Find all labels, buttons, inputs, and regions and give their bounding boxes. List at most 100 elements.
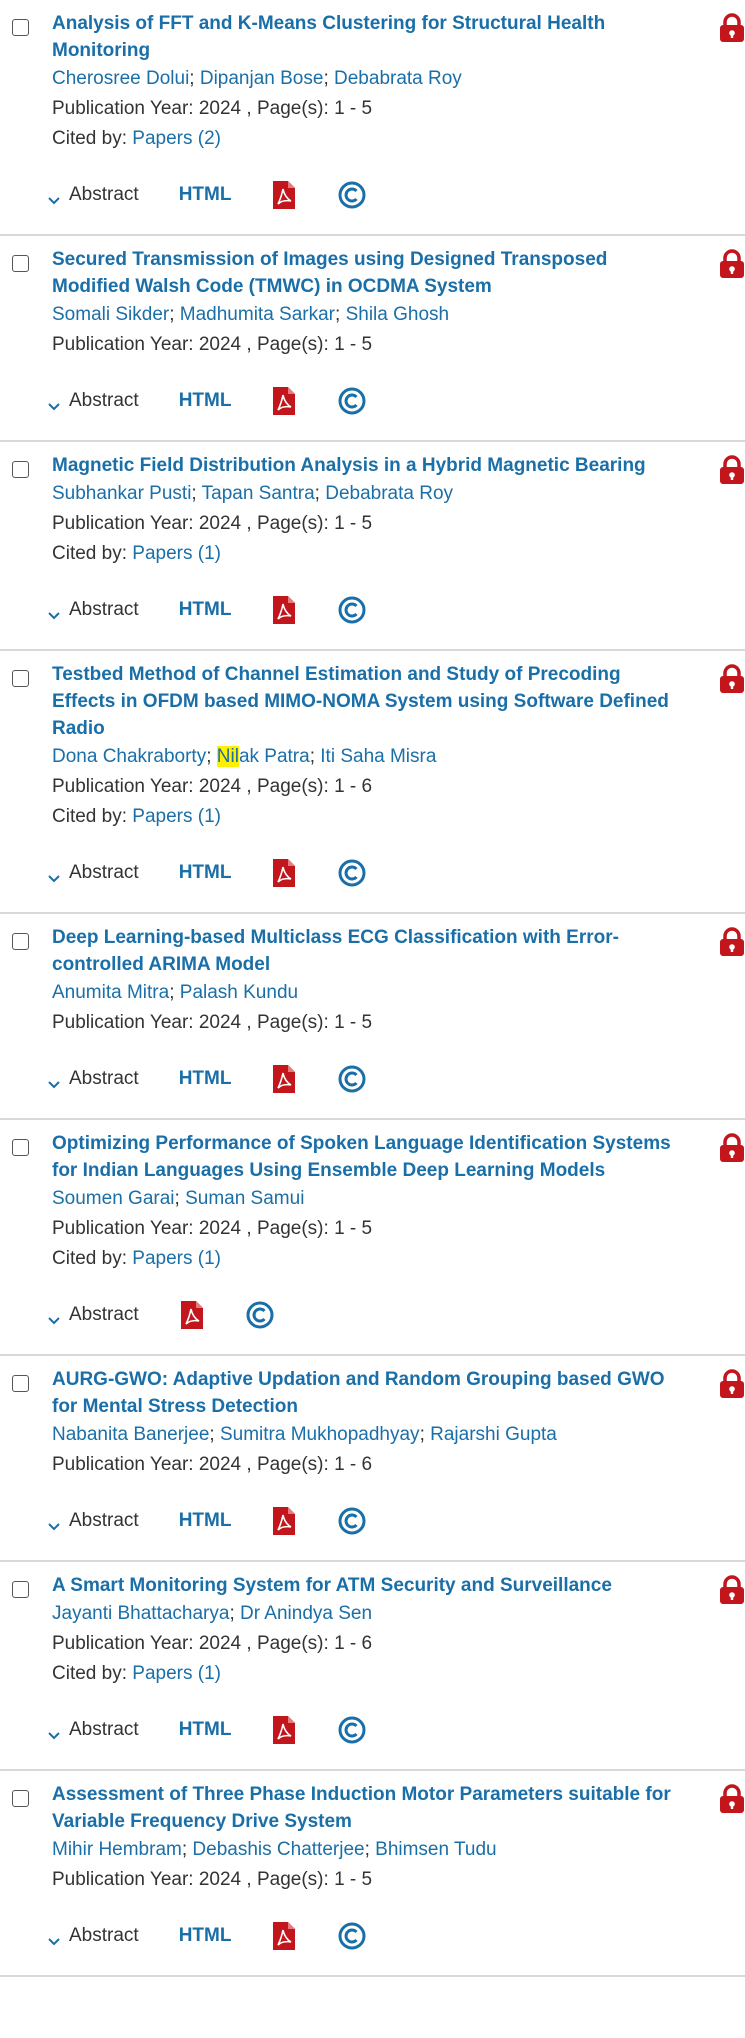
select-checkbox[interactable]	[12, 1139, 29, 1156]
chevron-down-icon[interactable]	[47, 396, 61, 411]
author-link[interactable]: Soumen Garai	[52, 1188, 175, 1209]
pdf-icon[interactable]	[271, 1921, 297, 1951]
abstract-toggle[interactable]: Abstract	[47, 1719, 139, 1741]
pdf-icon[interactable]	[271, 386, 297, 416]
result-title-link[interactable]: Deep Learning-based Multiclass ECG Class…	[52, 924, 685, 978]
copyright-icon[interactable]	[337, 386, 367, 416]
chevron-down-icon[interactable]	[47, 1310, 61, 1325]
chevron-down-icon[interactable]	[47, 1931, 61, 1946]
result-title-link[interactable]: Testbed Method of Channel Estimation and…	[52, 661, 685, 742]
author-link[interactable]: Iti Saha Misra	[320, 746, 436, 767]
publication-year-label: Publication Year:	[52, 776, 194, 797]
select-checkbox[interactable]	[12, 933, 29, 950]
author-link[interactable]: Subhankar Pusti	[52, 483, 191, 504]
author-link[interactable]: Debabrata Roy	[334, 68, 462, 89]
author-link[interactable]: Suman Samui	[185, 1188, 304, 1209]
chevron-down-icon[interactable]	[47, 190, 61, 205]
author-link[interactable]: Nilak Patra	[216, 746, 310, 767]
copyright-icon[interactable]	[245, 1300, 275, 1330]
cited-by-papers-link[interactable]: Papers (1)	[132, 806, 221, 827]
pages-label: , Page(s):	[246, 513, 329, 534]
pdf-icon[interactable]	[271, 180, 297, 210]
html-link[interactable]: HTML	[179, 390, 232, 412]
author-link[interactable]: Palash Kundu	[180, 982, 298, 1003]
author-link[interactable]: Dipanjan Bose	[200, 68, 324, 89]
html-link[interactable]: HTML	[179, 599, 232, 621]
author-link[interactable]: Sumitra Mukhopadhyay	[220, 1424, 420, 1445]
select-checkbox[interactable]	[12, 461, 29, 478]
cited-by-papers-link[interactable]: Papers (1)	[132, 1663, 221, 1684]
select-checkbox[interactable]	[12, 19, 29, 36]
chevron-down-icon[interactable]	[47, 868, 61, 883]
select-checkbox[interactable]	[12, 1375, 29, 1392]
abstract-toggle[interactable]: Abstract	[47, 1925, 139, 1947]
result-title-link[interactable]: Secured Transmission of Images using Des…	[52, 246, 685, 300]
author-link[interactable]: Tapan Santra	[202, 483, 315, 504]
publication-year: 2024	[198, 1454, 242, 1475]
html-link[interactable]: HTML	[179, 1510, 232, 1532]
pdf-icon[interactable]	[271, 1506, 297, 1536]
publication-year-label: Publication Year:	[52, 1218, 194, 1239]
select-checkbox[interactable]	[12, 1581, 29, 1598]
select-checkbox[interactable]	[12, 670, 29, 687]
html-link[interactable]: HTML	[179, 862, 232, 884]
author-link[interactable]: Rajarshi Gupta	[430, 1424, 557, 1445]
author-link[interactable]: Anumita Mitra	[52, 982, 169, 1003]
author-link[interactable]: Jayanti Bhattacharya	[52, 1603, 229, 1624]
author-link[interactable]: Madhumita Sarkar	[180, 304, 335, 325]
result-title-link[interactable]: Magnetic Field Distribution Analysis in …	[52, 452, 685, 479]
chevron-down-icon[interactable]	[47, 605, 61, 620]
copyright-icon[interactable]	[337, 180, 367, 210]
author-link[interactable]: Debashis Chatterjee	[192, 1839, 364, 1860]
abstract-toggle[interactable]: Abstract	[47, 184, 139, 206]
author-link[interactable]: Debabrata Roy	[325, 483, 453, 504]
abstract-toggle[interactable]: Abstract	[47, 390, 139, 412]
author-link[interactable]: Dr Anindya Sen	[240, 1603, 372, 1624]
copyright-icon[interactable]	[337, 1921, 367, 1951]
html-link[interactable]: HTML	[179, 1068, 232, 1090]
search-results-list: Analysis of FFT and K-Means Clustering f…	[0, 0, 745, 1977]
author-link[interactable]: Bhimsen Tudu	[375, 1839, 496, 1860]
pdf-icon[interactable]	[271, 1715, 297, 1745]
result-item: Secured Transmission of Images using Des…	[0, 236, 745, 442]
result-actions: Abstract HTML	[47, 1715, 685, 1745]
abstract-toggle[interactable]: Abstract	[47, 599, 139, 621]
abstract-toggle[interactable]: Abstract	[47, 1068, 139, 1090]
cited-by-papers-link[interactable]: Papers (1)	[132, 543, 221, 564]
pdf-icon[interactable]	[271, 1064, 297, 1094]
cited-by-papers-link[interactable]: Papers (1)	[132, 1248, 221, 1269]
html-link[interactable]: HTML	[179, 1925, 232, 1947]
author-link[interactable]: Mihir Hembram	[52, 1839, 182, 1860]
author-link[interactable]: Shila Ghosh	[346, 304, 450, 325]
result-title-link[interactable]: Optimizing Performance of Spoken Languag…	[52, 1130, 685, 1184]
copyright-icon[interactable]	[337, 858, 367, 888]
result-item: Testbed Method of Channel Estimation and…	[0, 651, 745, 914]
abstract-toggle[interactable]: Abstract	[47, 1510, 139, 1532]
chevron-down-icon[interactable]	[47, 1074, 61, 1089]
page-range: 1 - 6	[334, 1454, 373, 1475]
copyright-icon[interactable]	[337, 595, 367, 625]
author-link[interactable]: Dona Chakraborty	[52, 746, 206, 767]
html-link[interactable]: HTML	[179, 1719, 232, 1741]
select-checkbox[interactable]	[12, 1790, 29, 1807]
author-link[interactable]: Somali Sikder	[52, 304, 169, 325]
pdf-icon[interactable]	[271, 858, 297, 888]
abstract-toggle[interactable]: Abstract	[47, 1304, 139, 1326]
html-link[interactable]: HTML	[179, 184, 232, 206]
copyright-icon[interactable]	[337, 1064, 367, 1094]
author-link[interactable]: Cherosree Dolui	[52, 68, 189, 89]
chevron-down-icon[interactable]	[47, 1516, 61, 1531]
abstract-toggle[interactable]: Abstract	[47, 862, 139, 884]
result-title-link[interactable]: Assessment of Three Phase Induction Moto…	[52, 1781, 685, 1835]
pdf-icon[interactable]	[179, 1300, 205, 1330]
select-checkbox[interactable]	[12, 255, 29, 272]
copyright-icon[interactable]	[337, 1506, 367, 1536]
result-title-link[interactable]: Analysis of FFT and K-Means Clustering f…	[52, 10, 685, 64]
pdf-icon[interactable]	[271, 595, 297, 625]
author-link[interactable]: Nabanita Banerjee	[52, 1424, 209, 1445]
cited-by-papers-link[interactable]: Papers (2)	[132, 128, 221, 149]
result-title-link[interactable]: A Smart Monitoring System for ATM Securi…	[52, 1572, 685, 1599]
chevron-down-icon[interactable]	[47, 1725, 61, 1740]
result-title-link[interactable]: AURG-GWO: Adaptive Updation and Random G…	[52, 1366, 685, 1420]
copyright-icon[interactable]	[337, 1715, 367, 1745]
